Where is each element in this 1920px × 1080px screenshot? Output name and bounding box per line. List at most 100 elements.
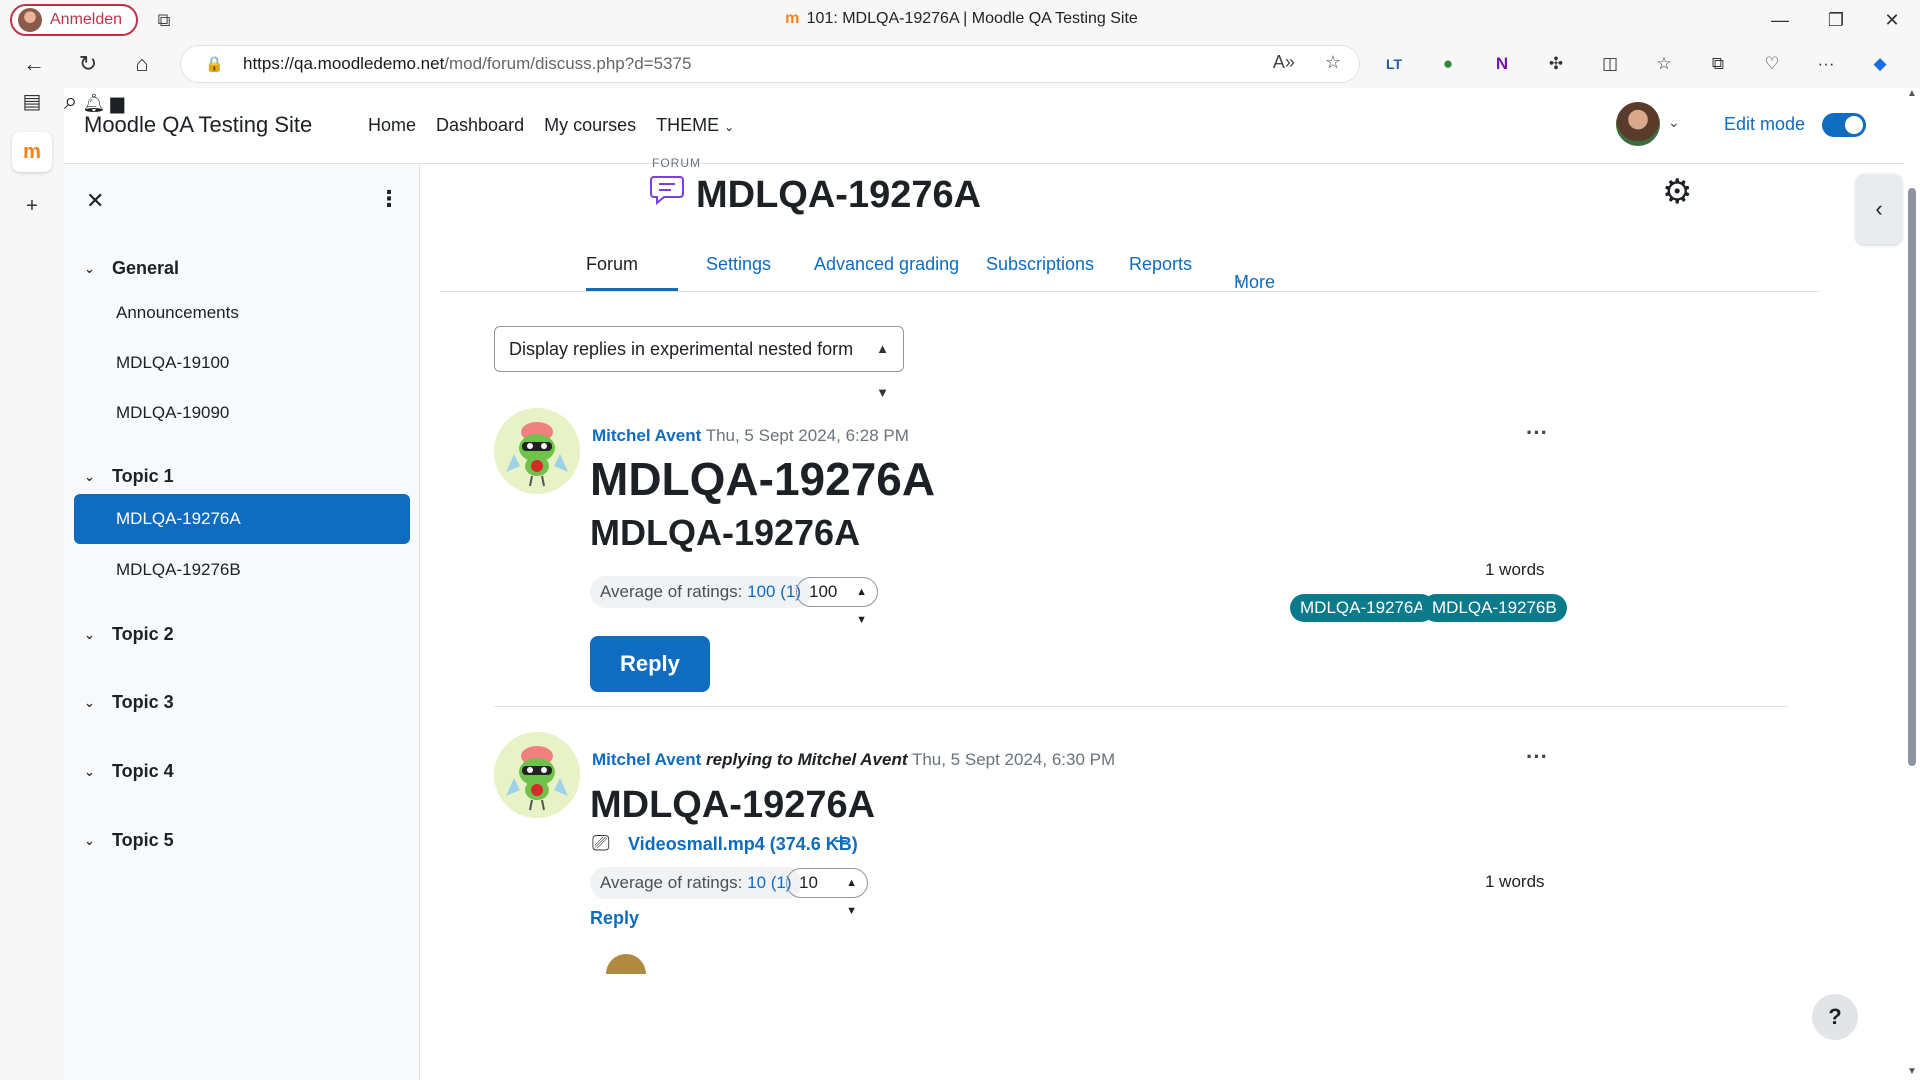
section-title: Topic 1 [112,466,174,486]
favorites-icon[interactable]: ☆ [1644,50,1684,78]
tab-settings[interactable]: Settings [706,254,771,275]
gear-icon[interactable]: ⚙ [1662,172,1692,212]
page-viewport: Moodle QA Testing Site Home Dashboard My… [64,88,1920,1080]
collections-icon[interactable]: ⧉ [1698,50,1738,78]
section-topic-5[interactable]: ⌄ Topic 5 [84,830,174,851]
moodle-tab-icon[interactable]: m [12,132,52,172]
vertical-tabs-bar: ▤ m + [0,88,64,1080]
minimize-icon[interactable]: — [1752,0,1808,40]
forum-icon [650,176,684,206]
notification-bell-icon[interactable]: 🔔︎ [82,93,105,113]
edit-mode-toggle[interactable] [1822,113,1866,137]
activity-mdlqa-19276b[interactable]: MDLQA-19276B [74,545,410,595]
url-path: /mod/forum/discuss.php?d=5375 [444,54,692,73]
scroll-up-arrow-icon[interactable]: ▲ [1904,88,1920,99]
copilot-icon[interactable]: ◆ [1860,50,1900,78]
refresh-icon[interactable]: ↻ [72,48,104,80]
next-post-avatar [606,954,646,974]
edit-mode-label: Edit mode [1724,114,1806,134]
display-mode-select[interactable]: Display replies in experimental nested f… [494,326,904,400]
course-index-drawer: ✕ ⋮ ⌄ General Announcements MDLQA-19100 … [64,164,420,1080]
post-author-link[interactable]: Mitchel Avent [592,426,701,445]
rating-value-link[interactable]: 10 (1) [747,873,791,892]
extensions-icon[interactable]: ✣ [1536,50,1576,78]
restore-icon[interactable]: ❐ [1808,0,1864,40]
replying-to-text: replying to Mitchel Avent [706,750,908,769]
activity-announcements[interactable]: Announcements [74,288,410,338]
chevron-down-icon: ⌄ [84,832,95,848]
rating-value-link[interactable]: 100 (1) [747,582,801,601]
moodle-navbar: Moodle QA Testing Site Home Dashboard My… [64,88,1920,164]
reply-link[interactable]: Reply [590,908,639,929]
post-actions-icon[interactable]: ··· [1526,744,1548,770]
rate-select[interactable]: 100 ▲ ▼ [796,577,878,626]
nav-dashboard[interactable]: Dashboard [436,115,524,136]
languagetool-icon[interactable]: LT [1374,50,1414,78]
url-input[interactable]: 🔒 https://qa.moodledemo.net /mod/forum/d… [180,45,1360,83]
section-topic-2[interactable]: ⌄ Topic 2 [84,624,174,645]
messages-icon[interactable]: ▆ [110,93,124,113]
grammarly-icon[interactable]: ● [1428,50,1468,78]
chevron-down-icon: ⌄ [84,626,95,642]
attachment-link[interactable]: Videosmall.mp4 (374.6 KB) [628,834,858,855]
tab-advanced-grading[interactable]: Advanced grading [814,254,959,275]
section-topic-1[interactable]: ⌄ Topic 1 [84,466,174,487]
scrollbar-thumb[interactable] [1908,188,1916,766]
average-rating: Average of ratings: 100 (1) [590,576,811,608]
chevron-down-icon: ⌄ [84,694,95,710]
moodle-favicon-icon: m [785,10,800,27]
add-media-icon[interactable]: + [834,828,848,856]
back-icon[interactable]: ← [18,48,50,80]
help-button[interactable]: ? [1812,994,1858,1040]
activity-mdlqa-19090[interactable]: MDLQA-19090 [74,388,410,438]
activity-mdlqa-19100[interactable]: MDLQA-19100 [74,338,410,388]
split-screen-icon[interactable]: ◫ [1590,50,1630,78]
post-date: Thu, 5 Sept 2024, 6:30 PM [911,750,1116,769]
address-bar-row: ← ↻ ⌂ 🔒 https://qa.moodledemo.net /mod/f… [0,40,1920,88]
nav-home[interactable]: Home [368,115,416,136]
scroll-down-arrow-icon[interactable]: ▼ [1904,1066,1920,1077]
post-meta: Mitchel Avent Thu, 5 Sept 2024, 6:28 PM [592,426,909,446]
tag-badge[interactable]: MDLQA-19276A [1290,594,1435,622]
new-tab-icon[interactable]: + [12,186,52,226]
site-name[interactable]: Moodle QA Testing Site [84,112,312,138]
read-aloud-icon[interactable]: A» [1273,52,1295,73]
nav-theme[interactable]: THEME ⌄ [656,115,734,136]
post-author-avatar[interactable] [494,408,580,494]
tab-reports[interactable]: Reports [1129,254,1192,275]
post-actions-icon[interactable]: ··· [1526,420,1548,446]
section-general[interactable]: ⌄ General [84,258,179,279]
word-count: 1 words [1485,872,1545,891]
tab-forum[interactable]: Forum [586,254,638,275]
drawer-options-icon[interactable]: ⋮ [378,186,400,212]
close-drawer-icon[interactable]: ✕ [86,188,104,214]
browser-titlebar: Anmelden ⧉ m 101: MDLQA-19276A | Moodle … [0,0,1920,40]
user-avatar[interactable] [1616,102,1660,146]
window-controls: — ❐ ✕ [1752,0,1920,40]
reply-button[interactable]: Reply [590,636,710,692]
post-author-link[interactable]: Mitchel Avent [592,750,701,769]
settings-more-icon[interactable]: ··· [1806,50,1846,78]
rate-select[interactable]: 10 ▲ ▼ [786,868,868,917]
activity-type-caption: FORUM [652,156,701,170]
favorite-star-icon[interactable]: ☆ [1325,52,1341,73]
section-topic-4[interactable]: ⌄ Topic 4 [84,761,174,782]
section-topic-3[interactable]: ⌄ Topic 3 [84,692,174,713]
lock-icon: 🔒 [205,56,224,73]
chevron-down-icon: ⌄ [84,468,95,484]
browser-essentials-icon[interactable]: ♡ [1752,50,1792,78]
search-icon[interactable]: ⌕ [64,88,77,115]
activity-mdlqa-19276a[interactable]: MDLQA-19276A [74,494,410,544]
onenote-icon[interactable]: N [1482,50,1522,78]
tab-subscriptions[interactable]: Subscriptions [986,254,1094,275]
home-icon[interactable]: ⌂ [126,48,158,80]
post-author-avatar[interactable] [494,732,580,818]
open-block-drawer-button[interactable]: ‹ [1856,174,1902,244]
tab-actions-icon[interactable]: ▤ [12,82,52,122]
close-window-icon[interactable]: ✕ [1864,0,1920,40]
post-date: Thu, 5 Sept 2024, 6:28 PM [705,426,909,445]
page-title: MDLQA-19276A [696,174,982,216]
nav-my-courses[interactable]: My courses [544,115,636,136]
tag-badge[interactable]: MDLQA-19276B [1422,594,1567,622]
user-menu-chevron-icon[interactable]: ⌄ [1668,114,1680,131]
